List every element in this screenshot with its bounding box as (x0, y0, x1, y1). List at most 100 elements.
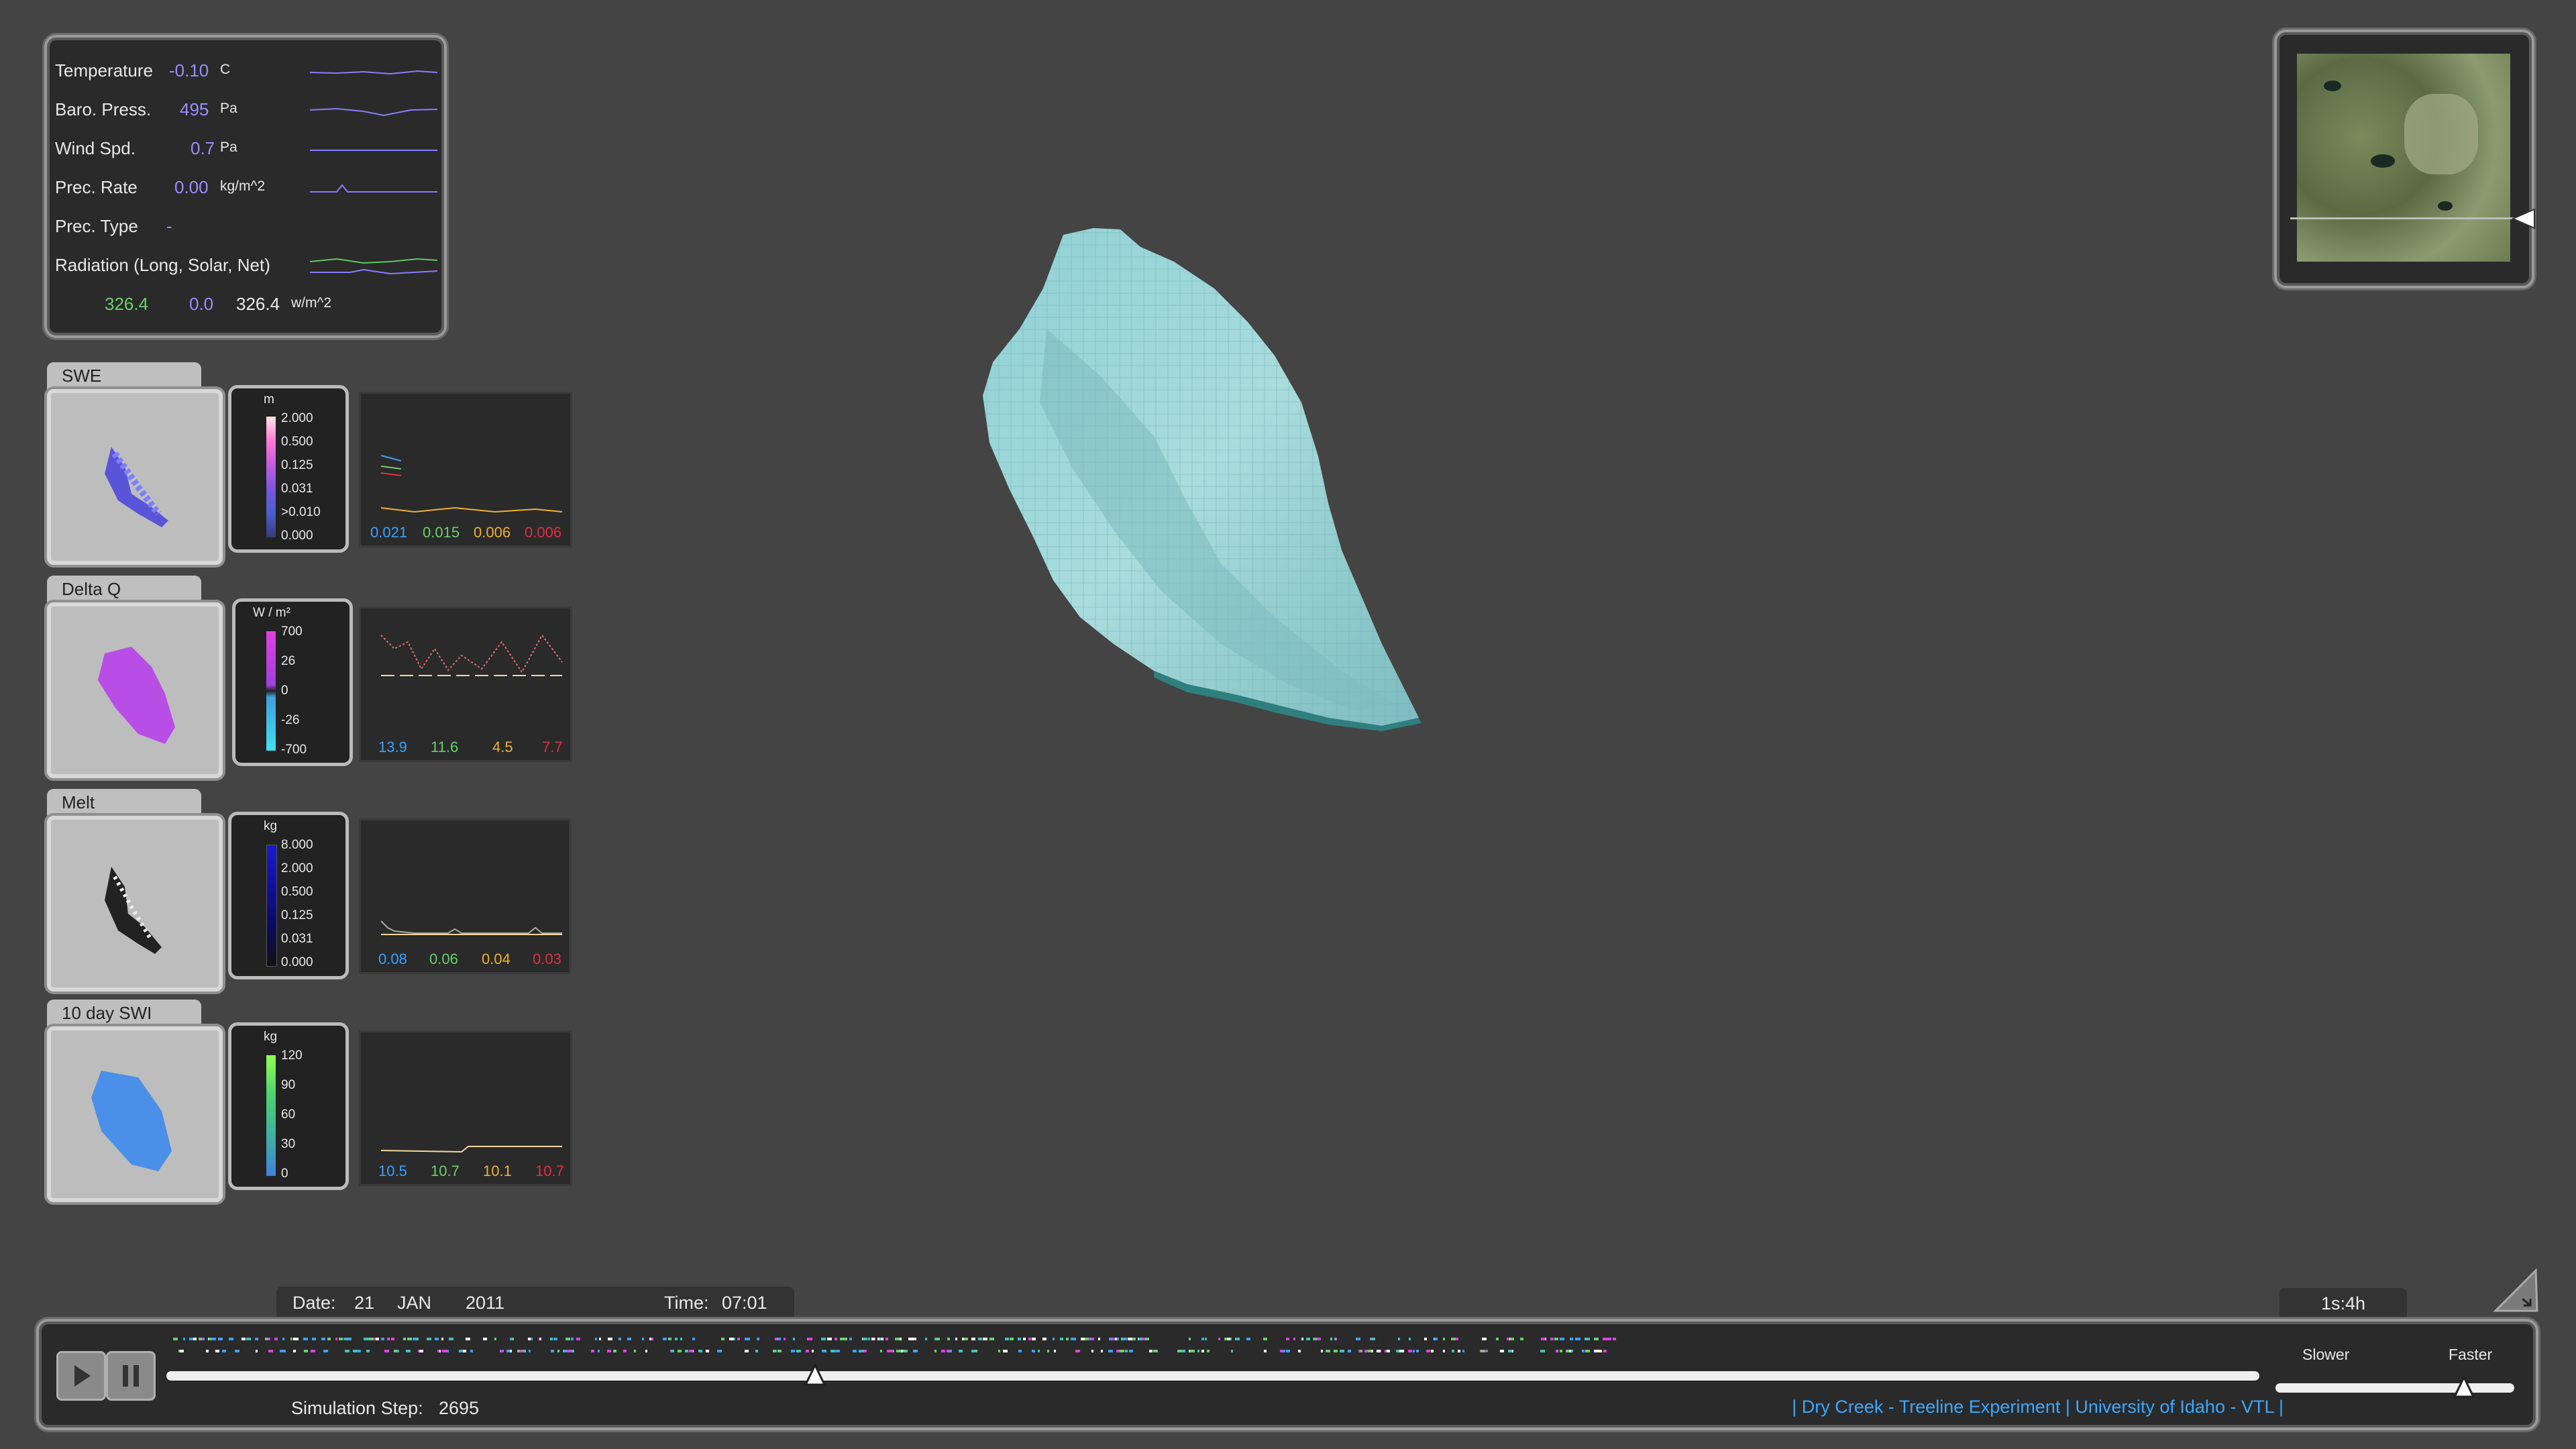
event-mark (435, 1338, 439, 1340)
event-mark (806, 1350, 809, 1352)
event-mark (510, 1350, 512, 1352)
event-mark (1028, 1338, 1031, 1340)
event-mark (1264, 1350, 1267, 1352)
event-mark (808, 1338, 812, 1340)
event-mark (1594, 1338, 1599, 1340)
event-mark (1190, 1350, 1195, 1352)
credits-text[interactable]: | Dry Creek - Treeline Experiment | Univ… (1792, 1397, 2284, 1417)
wind-unit: Pa (220, 140, 237, 155)
world-icon[interactable] (2489, 1264, 2542, 1318)
event-mark (345, 1350, 350, 1352)
pause-icon (123, 1365, 139, 1387)
swi-map[interactable] (47, 1026, 223, 1202)
event-mark (1005, 1338, 1009, 1340)
event-mark (1306, 1338, 1310, 1340)
event-mark (1396, 1350, 1399, 1352)
minimap-slice-handle-icon[interactable] (2510, 208, 2537, 229)
swe-color-bar (266, 417, 276, 537)
speed-thumb-icon[interactable] (2453, 1375, 2475, 1399)
melt-map[interactable] (47, 816, 223, 991)
timeline-thumb-icon[interactable] (804, 1363, 826, 1387)
temperature-value: -0.10 (169, 60, 209, 80)
precip-type-row: Prec. Type - (55, 207, 441, 246)
event-mark (959, 1350, 963, 1352)
event-mark (441, 1338, 443, 1340)
event-mark (1377, 1350, 1381, 1352)
swe-value-1: 0.021 (370, 524, 408, 541)
event-mark (1443, 1338, 1445, 1340)
event-mark (680, 1338, 682, 1340)
event-mark (1481, 1350, 1485, 1352)
event-mark (229, 1338, 233, 1340)
swi-color-bar (266, 1055, 276, 1176)
event-mark (381, 1338, 384, 1340)
event-mark (1177, 1350, 1182, 1352)
simulation-step-label: Simulation Step: (291, 1398, 423, 1418)
event-mark (998, 1350, 1000, 1352)
event-mark (552, 1350, 554, 1352)
event-mark (1066, 1338, 1068, 1340)
event-mark (1201, 1338, 1204, 1340)
event-mark (1340, 1350, 1344, 1352)
timeline-track[interactable] (166, 1371, 2259, 1381)
event-mark (971, 1338, 975, 1340)
event-mark (890, 1350, 893, 1352)
event-mark (812, 1350, 814, 1352)
temperature-row: Temperature -0.10 C (55, 51, 441, 90)
delta-q-value-3: 4.5 (492, 739, 513, 755)
event-mark (1189, 1338, 1191, 1340)
temperature-unit: C (220, 62, 231, 77)
speed-track[interactable] (2275, 1383, 2514, 1393)
event-mark (1456, 1338, 1458, 1340)
event-mark (1330, 1338, 1332, 1340)
event-mark (729, 1338, 734, 1340)
event-mark (619, 1338, 621, 1340)
event-mark (1582, 1350, 1585, 1352)
delta-q-legend: W / m² 700 26 0 -26 -700 (232, 598, 353, 766)
event-mark (403, 1338, 406, 1340)
minimap-panel[interactable] (2274, 30, 2537, 288)
temperature-label: Temperature (55, 60, 153, 80)
event-mark (849, 1338, 852, 1340)
event-mark (1426, 1350, 1430, 1352)
event-mark (343, 1338, 346, 1340)
event-mark (374, 1338, 376, 1340)
swe-tick: 0.125 (281, 458, 313, 472)
event-mark (1150, 1350, 1152, 1352)
event-mark (218, 1338, 223, 1340)
event-mark (1109, 1338, 1112, 1340)
swe-tab[interactable]: SWE (47, 362, 201, 389)
swe-map[interactable] (47, 389, 223, 565)
event-mark (1356, 1338, 1360, 1340)
event-mark (280, 1350, 284, 1352)
event-mark (1571, 1350, 1573, 1352)
swi-tab[interactable]: 10 day SWI (47, 1000, 201, 1026)
delta-q-tab[interactable]: Delta Q (47, 576, 201, 602)
event-mark (1458, 1350, 1460, 1352)
event-mark (387, 1338, 390, 1340)
pause-button[interactable] (106, 1351, 156, 1401)
event-mark (571, 1338, 574, 1340)
event-mark (1042, 1338, 1046, 1340)
radiation-long-value: 326.4 (105, 294, 149, 314)
event-mark (598, 1350, 600, 1352)
play-button[interactable] (56, 1351, 106, 1401)
event-mark (199, 1338, 202, 1340)
event-mark (303, 1338, 308, 1340)
event-density-strip (173, 1338, 1616, 1352)
pressure-unit: Pa (220, 101, 237, 116)
event-mark (871, 1338, 875, 1340)
event-mark (1145, 1338, 1149, 1340)
event-mark (327, 1338, 331, 1340)
delta-q-map[interactable] (47, 602, 223, 778)
time-value: 07:01 (722, 1293, 767, 1313)
event-mark (964, 1338, 968, 1340)
event-marks (173, 1338, 1616, 1352)
event-mark (835, 1338, 837, 1340)
event-mark (335, 1338, 337, 1340)
delta-q-tick: 26 (281, 654, 296, 668)
terrain-3d-view[interactable] (872, 215, 1610, 872)
event-mark (1286, 1350, 1290, 1352)
event-mark (1409, 1338, 1411, 1340)
melt-tab[interactable]: Melt (47, 789, 201, 816)
